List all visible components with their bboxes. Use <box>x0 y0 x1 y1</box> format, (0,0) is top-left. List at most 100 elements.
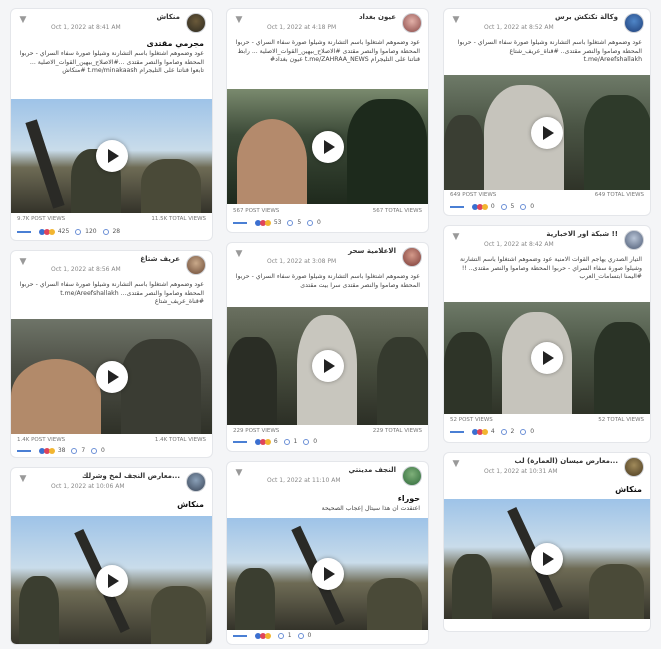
page-name[interactable]: ...معارض ميسان (العمارة) لب <box>515 457 618 465</box>
post-card[interactable]: ▼ Oct 1, 2022 at 8:56 AM عريف شتاغ عود و… <box>10 250 213 458</box>
post-date: Oct 1, 2022 at 8:41 AM <box>51 24 121 31</box>
post-date: Oct 1, 2022 at 10:31 AM <box>484 468 558 475</box>
avatar[interactable] <box>624 13 644 33</box>
total-views: 52 TOTAL VIEWS <box>598 417 644 423</box>
play-icon[interactable] <box>531 543 563 575</box>
post-card[interactable]: ▼ Oct 1, 2022 at 8:42 AM !! شبكة اور الا… <box>443 225 651 443</box>
post-header: ▼ Oct 1, 2022 at 10:31 AM ...معارض ميسان… <box>444 453 650 483</box>
chevron-down-icon[interactable]: ▼ <box>450 14 462 26</box>
post-views: 567 POST VIEWS <box>233 208 280 214</box>
video-thumbnail[interactable] <box>444 75 650 190</box>
total-views: 567 TOTAL VIEWS <box>372 208 422 214</box>
video-thumbnail[interactable] <box>227 89 428 204</box>
page-name[interactable]: وكالة تكتكش برس <box>555 13 618 21</box>
post-card[interactable]: ▼ Oct 1, 2022 at 3:08 PM الاعلامية سحر ع… <box>226 242 429 452</box>
post-views: 52 POST VIEWS <box>450 417 493 423</box>
share-icon <box>520 428 527 435</box>
post-date: Oct 1, 2022 at 8:56 AM <box>51 266 121 273</box>
page-name[interactable]: الاعلامية سحر <box>348 247 396 255</box>
wow-icon <box>264 438 271 445</box>
share-count: 0 <box>313 438 318 445</box>
total-views: 11.5K TOTAL VIEWS <box>151 216 206 222</box>
post-date: Oct 1, 2022 at 3:08 PM <box>267 258 337 265</box>
play-icon[interactable] <box>311 130 344 163</box>
chevron-down-icon[interactable]: ▼ <box>17 256 29 268</box>
play-icon[interactable] <box>531 342 563 374</box>
engagement-bar <box>233 440 247 443</box>
post-card[interactable]: ▼ Oct 1, 2022 at 11:10 AM النجف مدينتي ح… <box>226 461 429 645</box>
post-text: عود وضموهم اشتغلوا باسم التشارنة وشيلوا … <box>19 50 204 74</box>
share-count: 0 <box>317 219 321 226</box>
post-card[interactable]: ▼ Oct 1, 2022 at 10:31 AM ...معارض ميسان… <box>443 452 651 632</box>
comment-icon <box>287 219 294 226</box>
post-card[interactable]: ▼ Oct 1, 2022 at 8:41 AM منكاش مجرمي مقت… <box>10 8 213 241</box>
avatar[interactable] <box>186 255 206 275</box>
video-thumbnail[interactable] <box>227 307 428 425</box>
page-name[interactable]: عريف شتاغ <box>140 255 180 263</box>
wow-icon <box>481 428 488 435</box>
post-views: 229 POST VIEWS <box>233 428 280 434</box>
video-thumbnail[interactable] <box>11 319 212 434</box>
page-name[interactable]: عيون بغداد <box>359 13 396 21</box>
comment-icon <box>283 438 290 445</box>
share-icon <box>520 203 527 210</box>
post-header: ▼ Oct 1, 2022 at 10:06 AM ...معارض النجف… <box>11 468 212 498</box>
post-header: ▼ Oct 1, 2022 at 4:18 PM عيون بغداد <box>227 9 428 39</box>
chevron-down-icon[interactable]: ▼ <box>450 231 462 243</box>
share-count: 28 <box>112 228 121 235</box>
reaction-bar: 4 2 0 <box>450 428 644 440</box>
post-title: حوراء <box>397 494 420 503</box>
play-icon[interactable] <box>95 360 128 393</box>
reaction-count: 53 <box>273 219 282 226</box>
post-text: التيار الصدري يهاجم القوات الامنية عود و… <box>459 256 642 280</box>
video-thumbnail[interactable] <box>11 99 212 213</box>
play-icon[interactable] <box>311 350 344 382</box>
comment-count: 5 <box>510 203 515 210</box>
reaction-count: 0 <box>490 203 495 210</box>
avatar[interactable] <box>624 457 644 477</box>
avatar[interactable] <box>186 13 206 33</box>
share-icon <box>297 632 304 639</box>
avatar[interactable] <box>402 466 422 486</box>
play-icon[interactable] <box>531 116 563 149</box>
play-icon[interactable] <box>95 140 128 172</box>
page-name[interactable]: ...معارض النجف لمخ وشرلك <box>82 472 180 480</box>
post-text: عود وضموهم اشتغلوا باسم التشارنة وشيلوا … <box>235 39 420 63</box>
engagement-bar <box>233 634 247 637</box>
comment-icon <box>71 447 78 454</box>
page-name[interactable]: النجف مدينتي <box>348 466 396 474</box>
post-card[interactable]: ▼ Oct 1, 2022 at 8:52 AM وكالة تكتكش برس… <box>443 8 651 216</box>
page-name[interactable]: منكاش <box>156 13 180 21</box>
avatar[interactable] <box>402 13 422 33</box>
video-thumbnail[interactable] <box>444 499 650 619</box>
avatar[interactable] <box>186 472 206 492</box>
chevron-down-icon[interactable]: ▼ <box>233 467 245 479</box>
post-title: منكاش <box>615 485 642 494</box>
post-card[interactable]: ▼ Oct 1, 2022 at 4:18 PM عيون بغداد عود … <box>226 8 429 233</box>
reaction-bar: 53 5 0 <box>233 219 422 231</box>
chevron-down-icon[interactable]: ▼ <box>233 248 245 260</box>
comment-icon <box>277 632 284 639</box>
video-thumbnail[interactable] <box>227 518 428 630</box>
wow-icon <box>48 228 55 235</box>
chevron-down-icon[interactable]: ▼ <box>233 14 245 26</box>
share-icon <box>102 228 109 235</box>
post-views: 1.4K POST VIEWS <box>17 437 66 443</box>
video-thumbnail[interactable] <box>11 516 212 644</box>
play-icon[interactable] <box>95 565 128 597</box>
chevron-down-icon[interactable]: ▼ <box>450 458 462 470</box>
chevron-down-icon[interactable]: ▼ <box>17 14 29 26</box>
post-date: Oct 1, 2022 at 11:10 AM <box>267 477 341 484</box>
post-card[interactable]: ▼ Oct 1, 2022 at 10:06 AM ...معارض النجف… <box>10 467 213 645</box>
video-thumbnail[interactable] <box>444 302 650 414</box>
avatar[interactable] <box>624 230 644 250</box>
share-icon <box>91 447 98 454</box>
avatar[interactable] <box>402 247 422 267</box>
page-name[interactable]: !! شبكة اور الاخبارية <box>546 230 618 238</box>
chevron-down-icon[interactable]: ▼ <box>17 473 29 485</box>
post-date: Oct 1, 2022 at 8:52 AM <box>484 24 554 31</box>
play-icon[interactable] <box>311 558 344 590</box>
post-title: منكاش <box>177 500 204 509</box>
post-views: 649 POST VIEWS <box>450 192 497 198</box>
share-count: 0 <box>101 447 105 454</box>
